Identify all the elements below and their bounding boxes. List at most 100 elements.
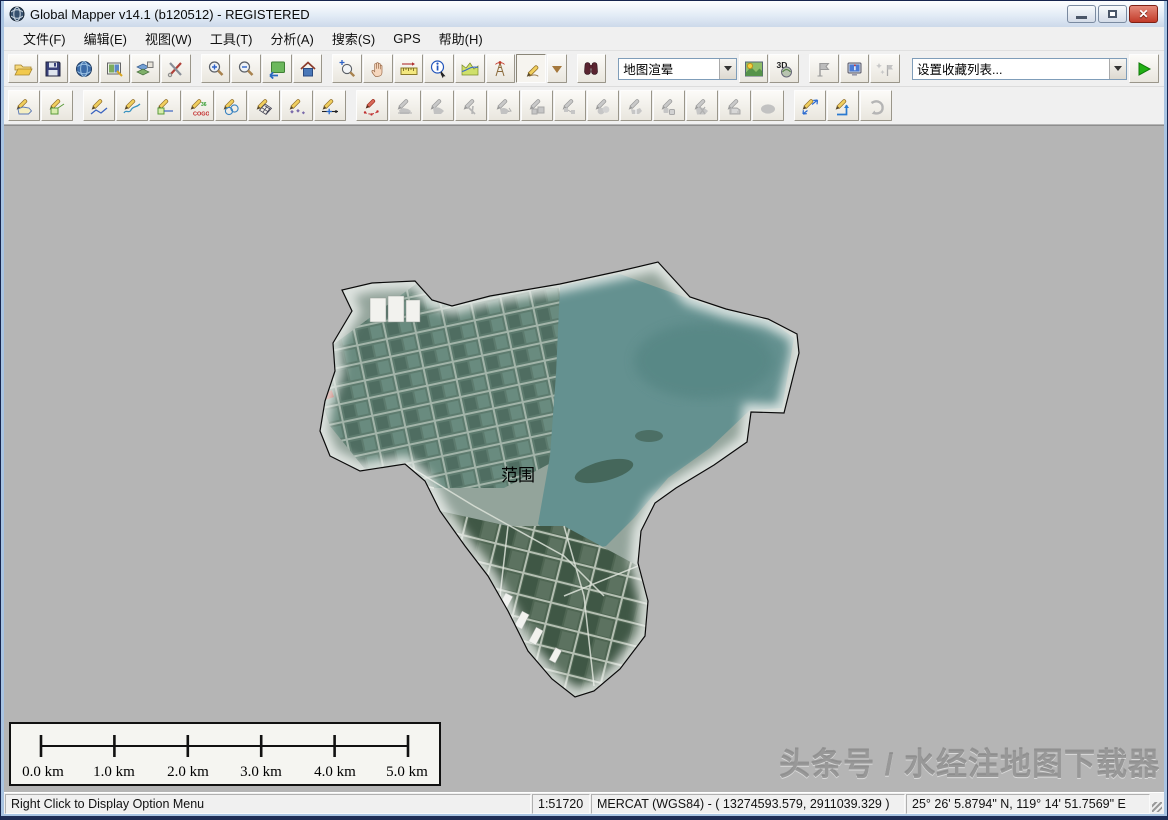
control-center-button[interactable]	[100, 54, 130, 83]
menu-analysis[interactable]: 分析(A)	[262, 26, 323, 51]
shader-combo[interactable]: 地图渲晕	[618, 58, 737, 80]
edit-feature-icon	[394, 95, 416, 117]
search-button[interactable]	[577, 54, 607, 83]
close-icon: ✕	[1138, 8, 1148, 20]
path-profile-button[interactable]	[455, 54, 485, 83]
digitizer-dropdown-button[interactable]	[547, 54, 567, 83]
resize-grip[interactable]	[1150, 793, 1164, 814]
menu-tools[interactable]: 工具(T)	[201, 26, 262, 51]
paste-features-button[interactable]	[719, 90, 751, 121]
svg-text:4.0 km: 4.0 km	[314, 764, 356, 780]
save-workspace-button[interactable]	[39, 54, 69, 83]
vector-trace-button[interactable]	[794, 90, 826, 121]
profile-chart-icon	[460, 59, 480, 79]
create-line-button[interactable]	[83, 90, 115, 121]
resize-grip-icon	[1152, 802, 1162, 812]
combine-features-icon	[592, 95, 614, 117]
status-latlon: 25° 26' 5.8794" N, 119° 14' 51.7569" E	[906, 794, 1150, 814]
zoom-in-button[interactable]	[201, 54, 231, 83]
undo-digitization-button[interactable]	[860, 90, 892, 121]
delete-features-button[interactable]	[752, 90, 784, 121]
create-grid-button[interactable]	[248, 90, 280, 121]
create-area-button[interactable]	[8, 90, 40, 121]
edit-feature-button[interactable]	[389, 90, 421, 121]
right-angle-icon	[832, 95, 854, 117]
minimize-button[interactable]	[1067, 5, 1096, 23]
digitizer-tool-button[interactable]	[516, 54, 546, 83]
move-feature-button[interactable]	[422, 90, 454, 121]
menu-help[interactable]: 帮助(H)	[430, 26, 492, 51]
globe-icon	[74, 59, 94, 79]
zoom-out-icon	[236, 59, 256, 79]
gps-flag-button[interactable]	[870, 54, 900, 83]
configuration-button[interactable]	[161, 54, 191, 83]
favorites-combo[interactable]: 设置收藏列表...	[912, 58, 1127, 80]
range-rings-icon	[361, 95, 383, 117]
open-file-button[interactable]	[8, 54, 38, 83]
feature-info-button[interactable]	[424, 54, 454, 83]
download-online-data-button[interactable]	[69, 54, 99, 83]
create-circle-button[interactable]	[215, 90, 247, 121]
pencil-icon	[521, 59, 541, 79]
shader-combo-arrow[interactable]	[719, 59, 736, 79]
workspace-view-button[interactable]	[840, 54, 870, 83]
reshape-feature-button[interactable]	[455, 90, 487, 121]
svg-text:0.0 km: 0.0 km	[22, 764, 64, 780]
zoom-out-button[interactable]	[231, 54, 261, 83]
create-rectangle-icon	[46, 95, 68, 117]
restore-last-view-button[interactable]	[262, 54, 292, 83]
map-canvas[interactable]: 范围	[4, 126, 1164, 792]
combine-features-button[interactable]	[587, 90, 619, 121]
create-point-button[interactable]	[281, 90, 313, 121]
cogo-icon: 36COGO	[187, 95, 209, 117]
menu-file[interactable]: 文件(F)	[14, 26, 75, 51]
close-button[interactable]: ✕	[1129, 5, 1158, 23]
create-freehand-line-button[interactable]	[116, 90, 148, 121]
maximize-button[interactable]	[1098, 5, 1127, 23]
create-rectangle-line-button[interactable]	[149, 90, 181, 121]
favorites-combo-arrow[interactable]	[1109, 59, 1126, 79]
menu-view[interactable]: 视图(W)	[136, 26, 201, 51]
svg-text:5.0 km: 5.0 km	[386, 764, 428, 780]
view-3d-button[interactable]: 3D	[769, 54, 799, 83]
right-angle-draw-button[interactable]	[827, 90, 859, 121]
maximize-icon	[1108, 10, 1117, 18]
snap-vertex-button[interactable]	[554, 90, 586, 121]
create-range-rings-button[interactable]	[356, 90, 388, 121]
menu-search[interactable]: 搜索(S)	[323, 26, 384, 51]
shader-options-button[interactable]	[739, 54, 769, 83]
zoom-in-icon	[206, 59, 226, 79]
cut-features-icon	[691, 95, 713, 117]
create-cogo-button[interactable]: 36COGO	[182, 90, 214, 121]
rotate-feature-button[interactable]	[488, 90, 520, 121]
antenna-tower-icon	[490, 59, 510, 79]
view-shed-button[interactable]	[486, 54, 516, 83]
create-rectangle-button[interactable]	[41, 90, 73, 121]
watermark: 头条号 / 水经注地图下载器	[779, 739, 1160, 784]
full-view-button[interactable]	[293, 54, 323, 83]
cut-features-button[interactable]	[686, 90, 718, 121]
split-features-button[interactable]	[620, 90, 652, 121]
position-flag-button[interactable]	[809, 54, 839, 83]
apply-favorite-button[interactable]	[1129, 54, 1159, 83]
flag-sparkle-icon	[875, 59, 895, 79]
trace-arrows-icon	[799, 95, 821, 117]
menu-edit[interactable]: 编辑(E)	[75, 26, 136, 51]
pan-button[interactable]	[363, 54, 393, 83]
open-folder-icon	[13, 59, 33, 79]
zoom-box-icon	[337, 59, 357, 79]
menu-gps[interactable]: GPS	[384, 28, 429, 49]
scale-feature-button[interactable]	[521, 90, 553, 121]
measure-button[interactable]	[394, 54, 424, 83]
freehand-icon	[121, 95, 143, 117]
insert-vertex-button[interactable]	[314, 90, 346, 121]
copy-features-button[interactable]	[653, 90, 685, 121]
reshape-feature-icon	[460, 95, 482, 117]
title-bar[interactable]: Global Mapper v14.1 (b120512) - REGISTER…	[4, 1, 1164, 27]
favorites-combo-value: 设置收藏列表...	[913, 59, 1109, 78]
zoom-window-button[interactable]	[332, 54, 362, 83]
snap-vertex-icon	[559, 95, 581, 117]
overlay-control-button[interactable]	[131, 54, 161, 83]
svg-text:COGO: COGO	[193, 111, 209, 117]
map-view[interactable]: 范围 0.0 km 1.0 km 2.0 km 3.0 km 4.0 km 5.…	[4, 125, 1164, 792]
